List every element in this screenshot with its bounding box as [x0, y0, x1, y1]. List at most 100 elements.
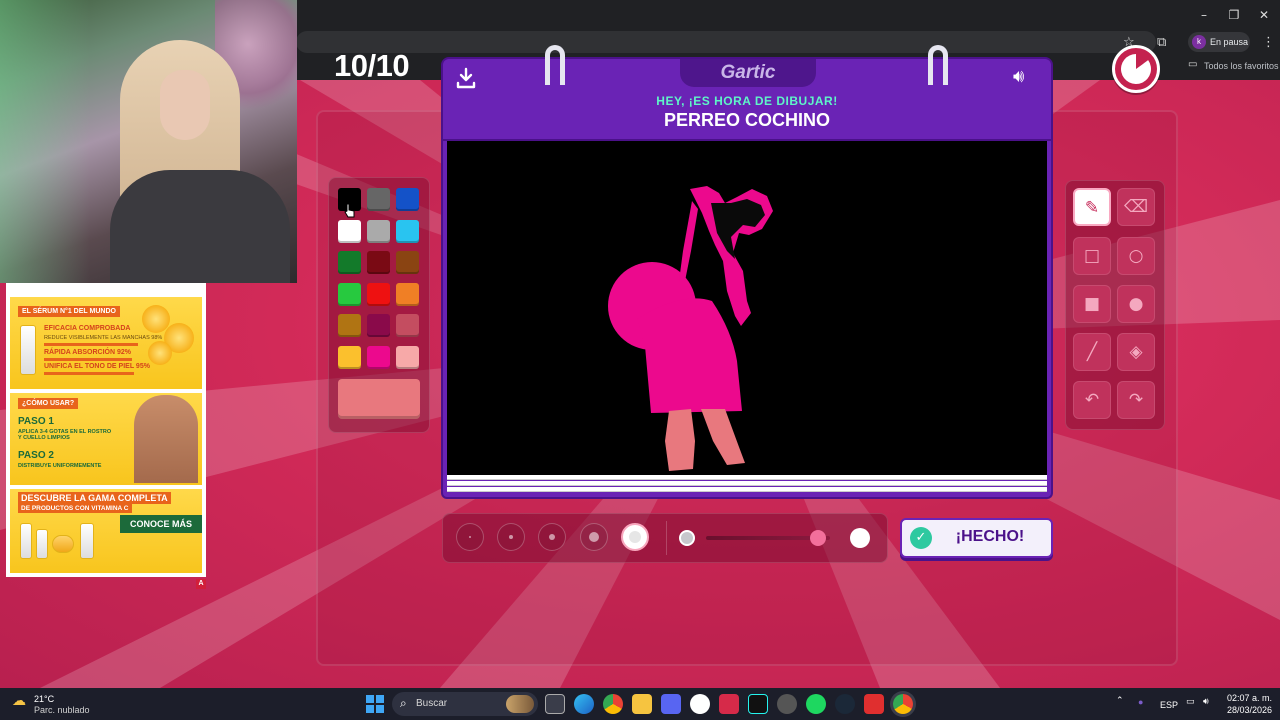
ad-range-sub: DE PRODUCTOS CON VITAMINA C: [18, 504, 132, 513]
language-indicator[interactable]: ESP: [1160, 700, 1178, 710]
steam-icon[interactable]: [835, 694, 855, 714]
rectangle-outline-icon[interactable]: □: [1073, 237, 1111, 275]
chevron-up-icon[interactable]: ⌃: [1116, 696, 1124, 706]
opacity-max-icon: [850, 528, 870, 548]
ad-bar: [44, 372, 134, 375]
ad-claim-sub: REDUCE VISIBLEMENTE LAS MANCHAS 98%: [44, 335, 163, 341]
all-bookmarks-link[interactable]: Todos los favoritos: [1204, 61, 1279, 71]
ad-lemon-image: [148, 341, 172, 365]
ad-banner[interactable]: EL SÉRUM N°1 DEL MUNDO EFICACIA COMPROBA…: [6, 283, 206, 577]
color-swatch[interactable]: [367, 282, 390, 306]
done-label: ¡HECHO!: [955, 528, 1025, 545]
ad-tag: EL SÉRUM N°1 DEL MUNDO: [18, 306, 120, 317]
address-bar[interactable]: [296, 31, 1156, 53]
color-swatch[interactable]: [338, 219, 361, 243]
brush-size-4[interactable]: [580, 523, 608, 551]
search-highlight-icon[interactable]: [506, 695, 534, 713]
discord-icon[interactable]: [661, 694, 681, 714]
color-swatch[interactable]: [338, 251, 361, 274]
ad-step-title: PASO 2: [18, 450, 54, 461]
fill-bucket-icon[interactable]: ◈: [1117, 333, 1155, 371]
color-swatch[interactable]: [367, 219, 390, 243]
weather-temperature[interactable]: 21°C: [34, 694, 54, 704]
menu-icon[interactable]: ⋮: [1262, 35, 1275, 50]
download-icon[interactable]: [455, 66, 477, 90]
color-swatch[interactable]: [396, 345, 419, 369]
network-icon[interactable]: ▭: [1186, 697, 1195, 707]
ad-model-image: [134, 395, 198, 483]
volume-icon[interactable]: 🔊︎: [1203, 697, 1209, 707]
spotify-icon[interactable]: [806, 694, 826, 714]
tiktok-icon[interactable]: [748, 694, 768, 714]
brush-size-3[interactable]: [538, 523, 566, 551]
redo-icon[interactable]: ↷: [1117, 381, 1155, 419]
color-swatch[interactable]: [338, 345, 361, 369]
ellipse-outline-icon[interactable]: ○: [1117, 237, 1155, 275]
chrome-icon[interactable]: [603, 694, 623, 714]
drawing-legs: [665, 409, 745, 471]
eraser-icon[interactable]: ⌫: [1117, 188, 1155, 226]
weather-icon[interactable]: ☁︎: [12, 693, 30, 711]
binder-ring-right: [928, 45, 948, 85]
drawing-canvas[interactable]: [447, 141, 1047, 475]
app-icon[interactable]: [719, 694, 739, 714]
obs-icon[interactable]: [777, 694, 797, 714]
color-swatch[interactable]: [338, 282, 361, 306]
prompt-word: PERREO COCHINO: [663, 110, 831, 130]
ellipse-fill-icon[interactable]: ●: [1117, 285, 1155, 323]
pencil-icon[interactable]: ✎: [1073, 188, 1111, 226]
ad-claim: EFICACIA COMPROBADA: [44, 325, 131, 332]
color-swatch[interactable]: [396, 219, 419, 243]
ad-step-text: DISTRIBUYE UNIFORMEMENTE: [18, 463, 102, 469]
color-swatch[interactable]: [367, 314, 390, 337]
extensions-icon[interactable]: ⧉: [1157, 35, 1166, 50]
hand-cursor-icon: [344, 203, 355, 218]
ad-product-image: [36, 529, 48, 559]
sound-icon[interactable]: 🔊︎: [1013, 66, 1039, 88]
search-label: Buscar: [416, 698, 448, 709]
color-swatch[interactable]: [396, 251, 419, 274]
task-view-icon[interactable]: [545, 694, 565, 714]
color-swatch[interactable]: [367, 251, 390, 274]
clock-date[interactable]: 28/03/2026: [1222, 705, 1272, 715]
color-swatch[interactable]: [396, 314, 419, 337]
clock-time[interactable]: 02:07 a. m.: [1222, 693, 1272, 703]
ad-cta-button[interactable]: CONOCE MÁS: [120, 515, 202, 533]
close-button[interactable]: ✕: [1252, 6, 1276, 24]
weather-condition[interactable]: Parc. nublado: [34, 705, 90, 715]
folder-icon: ▭: [1188, 59, 1198, 70]
brush-size-5[interactable]: [621, 523, 649, 551]
ad-bar: [44, 343, 138, 346]
rectangle-fill-icon[interactable]: ■: [1073, 285, 1111, 323]
tray-app-icon[interactable]: ●: [1138, 697, 1143, 707]
app-icon[interactable]: [864, 694, 884, 714]
ad-claim: RÁPIDA ABSORCIÓN 92%: [44, 349, 131, 356]
current-color-swatch: [338, 379, 420, 419]
edge-icon[interactable]: [574, 694, 594, 714]
restore-button[interactable]: ❐: [1222, 6, 1246, 24]
opacity-slider-handle[interactable]: [809, 530, 826, 546]
file-explorer-icon[interactable]: [632, 694, 652, 714]
start-button[interactable]: [366, 695, 384, 713]
ad-range-title: DESCUBRE LA GAMA COMPLETA: [18, 492, 171, 504]
color-swatch[interactable]: [367, 345, 390, 369]
chrome-active-icon[interactable]: [893, 694, 913, 714]
opacity-min-icon: [679, 530, 695, 546]
brush-size-2[interactable]: [497, 523, 525, 551]
color-swatch[interactable]: [396, 282, 419, 306]
undo-icon[interactable]: ↶: [1073, 381, 1111, 419]
ad-product-image: [52, 535, 74, 553]
color-swatch[interactable]: [396, 188, 419, 211]
ad-product-image: [20, 523, 32, 559]
brush-size-1[interactable]: [456, 523, 484, 551]
timer-icon: [1112, 45, 1160, 93]
minimize-button[interactable]: –: [1192, 6, 1216, 24]
ad-step-text: APLICA 3-4 GOTAS EN EL ROSTRO Y CUELLO L…: [18, 429, 112, 441]
line-icon[interactable]: ╱: [1073, 333, 1111, 371]
color-swatch[interactable]: [338, 314, 361, 337]
ad-choices-badge[interactable]: A: [196, 579, 206, 589]
google-icon[interactable]: [690, 694, 710, 714]
prompt-subtitle: HEY, ¡ES HORA DE DIBUJAR!: [656, 94, 838, 108]
profile-button[interactable]: k En pausa: [1188, 32, 1250, 52]
color-swatch[interactable]: [367, 188, 390, 211]
